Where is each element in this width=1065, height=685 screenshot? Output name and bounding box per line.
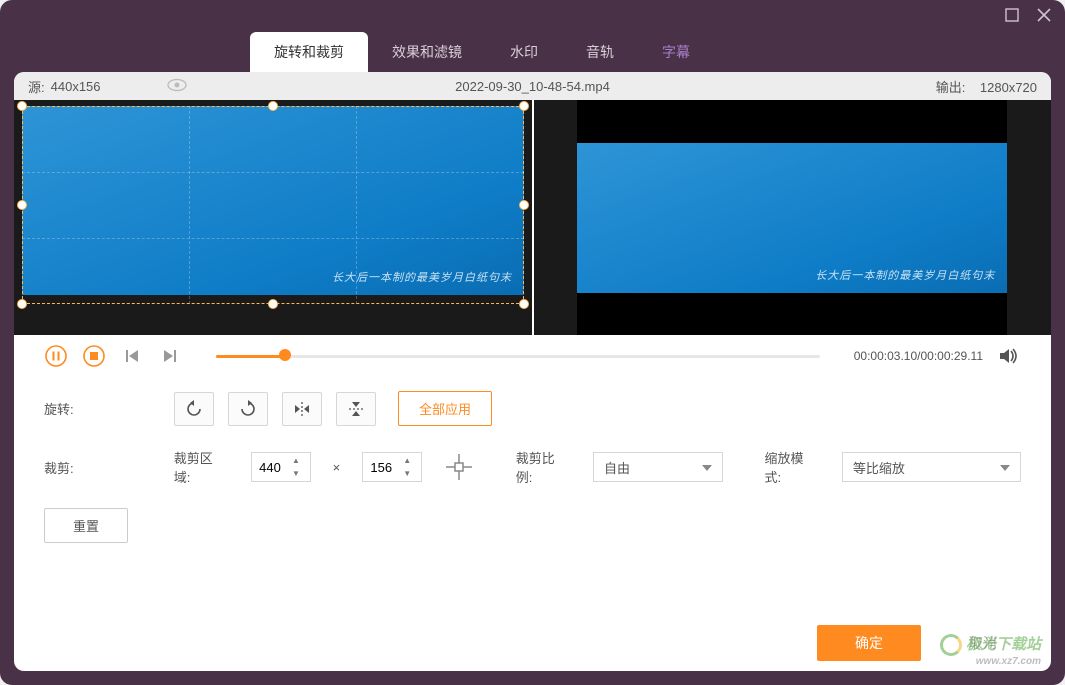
dimension-separator: × [333,460,341,475]
titlebar [0,0,1065,30]
seek-thumb[interactable] [279,349,291,361]
crop-grid-line [22,172,524,173]
crop-ratio-select[interactable]: 自由 [593,452,722,482]
center-crop-icon[interactable] [444,452,474,482]
crop-handle[interactable] [519,200,529,210]
prev-frame-button[interactable] [120,344,144,368]
crop-width-input[interactable]: ▲▼ [251,452,311,482]
crop-selection[interactable] [22,106,524,304]
close-button[interactable] [1035,6,1053,24]
spinner-down-icon[interactable]: ▼ [399,467,415,480]
output-dimensions: 1280x720 [980,80,1037,95]
apply-all-button[interactable]: 全部应用 [398,391,492,426]
app-window: 旋转和裁剪 效果和滤镜 水印 音轨 字幕 源: 440x156 2022-09-… [0,0,1065,685]
crop-area-label: 裁剪区域: [174,448,229,486]
tab-rotate-crop[interactable]: 旋转和裁剪 [250,32,368,72]
zoom-mode-select[interactable]: 等比缩放 [842,452,1021,482]
crop-handle[interactable] [268,299,278,309]
reset-button[interactable]: 重置 [44,508,128,543]
footer: 确定 取消 极光下载站 www.xz7.com [14,615,1051,671]
flip-vertical-button[interactable] [336,392,376,426]
crop-grid-line [189,106,190,304]
tab-watermark[interactable]: 水印 [486,32,562,72]
spinner-up-icon[interactable]: ▲ [399,454,415,467]
zoom-mode-label: 缩放模式: [765,448,820,486]
spinner-down-icon[interactable]: ▼ [288,467,304,480]
ok-button[interactable]: 确定 [817,625,921,661]
crop-preview[interactable]: 长大后一本制的最美岁月白纸句末 [14,100,532,335]
video-caption: 长大后一本制的最美岁月白纸句末 [815,267,995,283]
output-preview: 长大后一本制的最美岁月白纸句末 [534,100,1052,335]
preview-toggle-icon[interactable] [167,78,187,95]
volume-icon[interactable] [997,344,1021,368]
crop-grid-line [356,106,357,304]
cancel-button[interactable]: 取消 [937,625,1029,661]
seek-slider[interactable] [216,353,820,359]
source-dimensions: 440x156 [51,79,101,94]
crop-ratio-label: 裁剪比例: [516,448,571,486]
crop-handle[interactable] [519,299,529,309]
next-frame-button[interactable] [158,344,182,368]
preview-row: 长大后一本制的最美岁月白纸句末 [14,100,1051,335]
settings-panel: 旋转: 全部应用 裁剪 [14,377,1051,557]
pause-button[interactable] [44,344,68,368]
source-label: 源: [28,77,45,96]
crop-handle[interactable] [17,299,27,309]
content-panel: 源: 440x156 2022-09-30_10-48-54.mp4 输出: 1… [14,72,1051,671]
flip-horizontal-button[interactable] [282,392,322,426]
maximize-button[interactable] [1003,6,1021,24]
tab-subtitle[interactable]: 字幕 [638,32,714,72]
rotate-right-button[interactable] [228,392,268,426]
crop-handle[interactable] [268,101,278,111]
crop-height-field[interactable] [363,460,399,475]
playback-controls: 00:00:03.10/00:00:29.11 [14,335,1051,377]
info-bar: 源: 440x156 2022-09-30_10-48-54.mp4 输出: 1… [14,72,1051,100]
filename-label: 2022-09-30_10-48-54.mp4 [455,79,610,94]
rotate-left-button[interactable] [174,392,214,426]
tabs: 旋转和裁剪 效果和滤镜 水印 音轨 字幕 [0,30,1065,72]
tab-effects[interactable]: 效果和滤镜 [368,32,486,72]
crop-handle[interactable] [17,101,27,111]
time-display: 00:00:03.10/00:00:29.11 [854,349,983,363]
tab-audio[interactable]: 音轨 [562,32,638,72]
crop-label: 裁剪: [44,458,92,477]
crop-grid-line [22,238,524,239]
rotate-label: 旋转: [44,399,92,418]
output-label: 输出: [936,80,966,95]
crop-width-field[interactable] [252,460,288,475]
crop-height-input[interactable]: ▲▼ [362,452,422,482]
crop-handle[interactable] [17,200,27,210]
crop-handle[interactable] [519,101,529,111]
output-video-frame: 长大后一本制的最美岁月白纸句末 [577,143,1007,293]
spinner-up-icon[interactable]: ▲ [288,454,304,467]
stop-button[interactable] [82,344,106,368]
